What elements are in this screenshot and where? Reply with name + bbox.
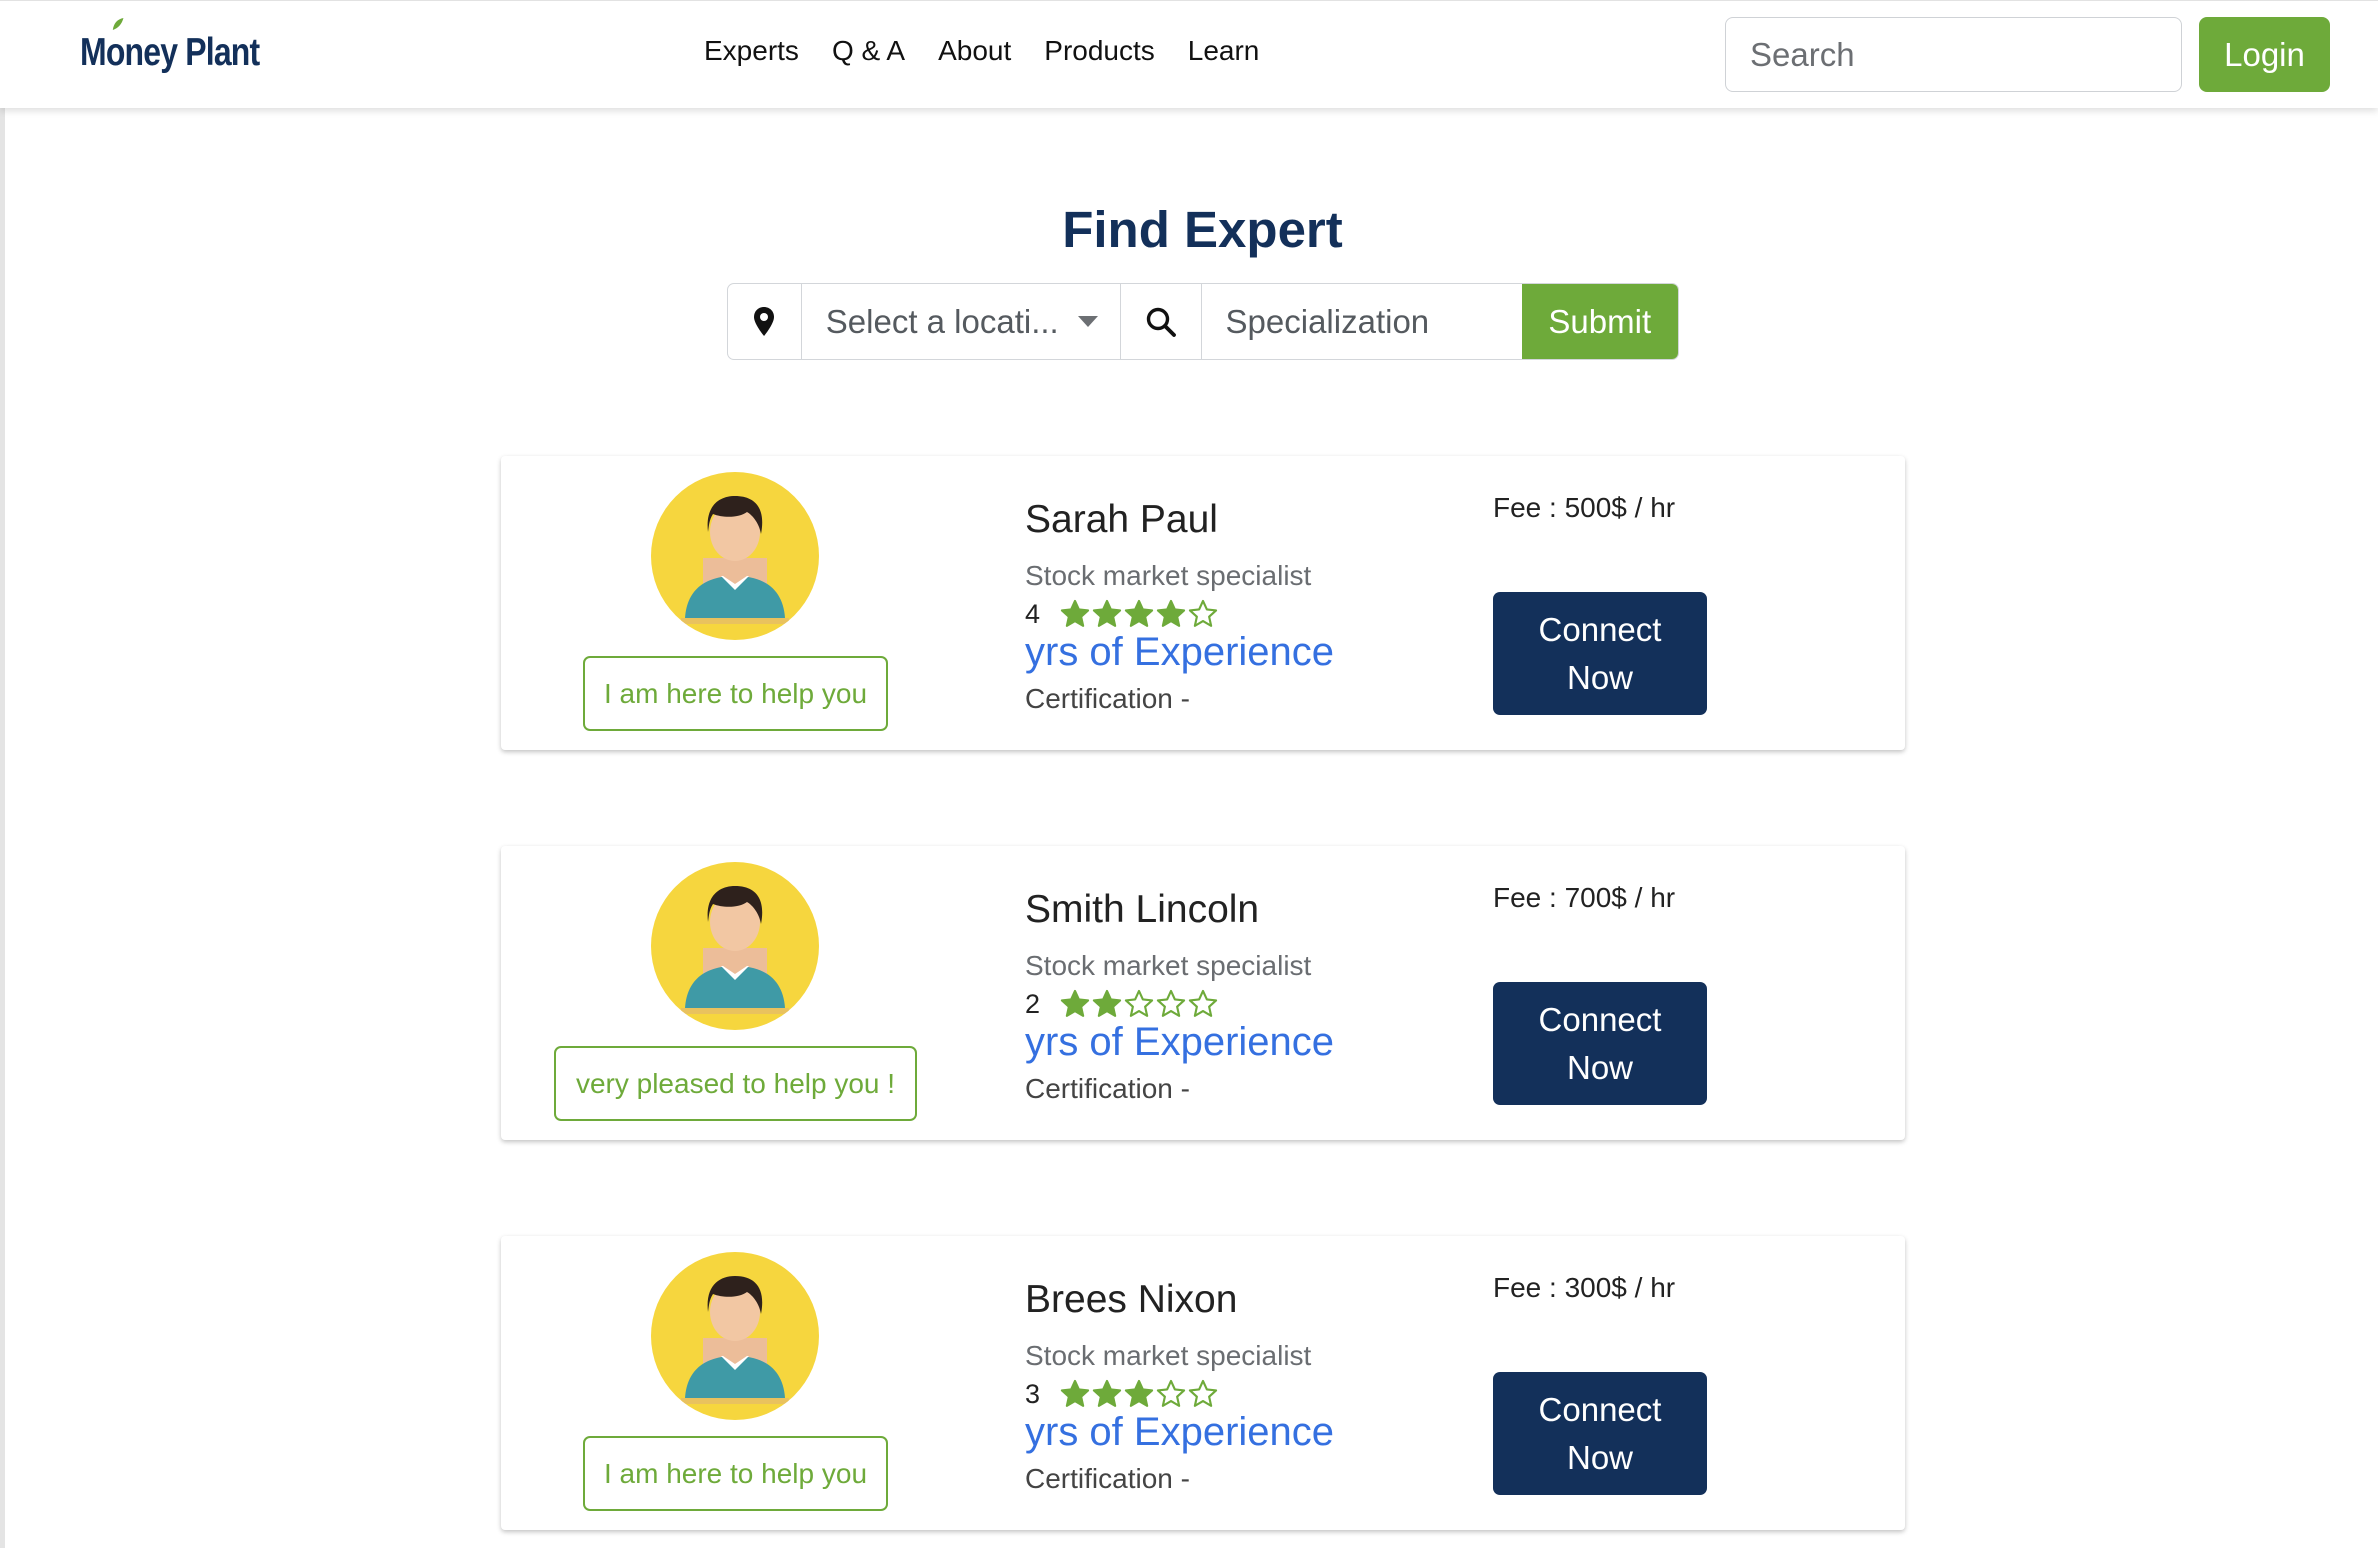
- nav-products[interactable]: Products: [1044, 35, 1155, 67]
- star-filled-icon: [1124, 599, 1154, 627]
- rating-value: 4: [1025, 598, 1041, 629]
- experience-link[interactable]: yrs of Experience: [1025, 630, 1334, 675]
- user-avatar-icon: [651, 1252, 819, 1420]
- login-button[interactable]: Login: [2199, 17, 2330, 92]
- star-empty-icon: [1188, 599, 1218, 627]
- specialization-input[interactable]: [1201, 284, 1522, 359]
- tagline-button[interactable]: I am here to help you: [583, 1436, 888, 1511]
- fee: Fee : 300$ / hr: [1493, 1272, 1676, 1303]
- navbar: Mo ney Plant Experts Q & A About Products…: [0, 0, 2378, 108]
- star-filled-icon: [1060, 1379, 1090, 1407]
- expert-name: Brees Nixon: [1025, 1278, 1238, 1321]
- experience-link[interactable]: yrs of Experience: [1025, 1410, 1334, 1455]
- star-filled-icon: [1060, 989, 1090, 1017]
- star-rating: [1059, 1378, 1219, 1410]
- search-icon: [1146, 307, 1176, 337]
- map-pin-icon: [754, 306, 775, 336]
- rating: 3: [1025, 1378, 1219, 1410]
- fee: Fee : 700$ / hr: [1493, 882, 1676, 913]
- star-filled-icon: [1092, 1379, 1122, 1407]
- expert-specialization: Stock market specialist: [1025, 560, 1312, 591]
- expert-name: Smith Lincoln: [1025, 888, 1260, 931]
- expert-card: I am here to help you Sarah Paul Stock m…: [501, 456, 1905, 750]
- connect-now-button[interactable]: Connect Now: [1493, 1372, 1707, 1495]
- star-empty-icon: [1188, 1379, 1218, 1407]
- expert-card: very pleased to help you ! Smith Lincoln…: [501, 846, 1905, 1140]
- nav-learn[interactable]: Learn: [1188, 35, 1260, 67]
- expert-card: I am here to help you Brees Nixon Stock …: [501, 1236, 1905, 1530]
- location-select-value: Select a locati...: [825, 302, 1059, 340]
- connect-now-button[interactable]: Connect Now: [1493, 592, 1707, 715]
- nav-experts[interactable]: Experts: [704, 35, 799, 67]
- rating-value: 3: [1025, 1378, 1041, 1409]
- star-filled-icon: [1156, 599, 1186, 627]
- connect-now-button[interactable]: Connect Now: [1493, 982, 1707, 1105]
- star-rating: [1059, 988, 1219, 1020]
- expert-specialization: Stock market specialist: [1025, 950, 1312, 981]
- star-empty-icon: [1124, 989, 1154, 1017]
- certification: Certification -: [1025, 683, 1190, 714]
- star-empty-icon: [1156, 1379, 1186, 1407]
- avatar: [651, 472, 819, 640]
- expert-specialization: Stock market specialist: [1025, 1340, 1312, 1371]
- submit-button[interactable]: Submit: [1521, 284, 1678, 359]
- logo-wordmark: Mo ney Plant: [80, 18, 260, 75]
- user-avatar-icon: [651, 862, 819, 1030]
- fee: Fee : 500$ / hr: [1493, 492, 1676, 523]
- certification: Certification -: [1025, 1073, 1190, 1104]
- rating: 4: [1025, 598, 1219, 630]
- avatar: [651, 1252, 819, 1420]
- star-filled-icon: [1124, 1379, 1154, 1407]
- page-title: Find Expert: [1062, 201, 1343, 258]
- experience-link[interactable]: yrs of Experience: [1025, 1020, 1334, 1065]
- nav-about[interactable]: About: [938, 35, 1011, 67]
- star-filled-icon: [1092, 989, 1122, 1017]
- search-input[interactable]: [1725, 17, 2182, 92]
- star-empty-icon: [1188, 989, 1218, 1017]
- tagline-button[interactable]: very pleased to help you !: [554, 1046, 917, 1121]
- rating: 2: [1025, 988, 1219, 1020]
- tagline-button[interactable]: I am here to help you: [583, 656, 888, 731]
- expert-filter-bar: Select a locati... Submit: [727, 283, 1679, 360]
- certification: Certification -: [1025, 1463, 1190, 1494]
- nav-qa[interactable]: Q & A: [832, 35, 905, 67]
- chevron-down-icon: [1077, 316, 1098, 327]
- expert-name: Sarah Paul: [1025, 498, 1218, 541]
- star-filled-icon: [1060, 599, 1090, 627]
- rating-value: 2: [1025, 988, 1041, 1019]
- leaf-icon: [112, 18, 124, 30]
- location-select[interactable]: Select a locati...: [802, 284, 1121, 359]
- star-rating: [1059, 598, 1219, 630]
- main-nav: Experts Q & A About Products Learn: [704, 35, 1259, 67]
- search-addon: [1121, 284, 1202, 359]
- user-avatar-icon: [651, 472, 819, 640]
- location-addon: [728, 284, 802, 359]
- star-filled-icon: [1092, 599, 1122, 627]
- star-empty-icon: [1156, 989, 1186, 1017]
- avatar: [651, 862, 819, 1030]
- brand-logo[interactable]: Mo ney Plant: [80, 18, 260, 75]
